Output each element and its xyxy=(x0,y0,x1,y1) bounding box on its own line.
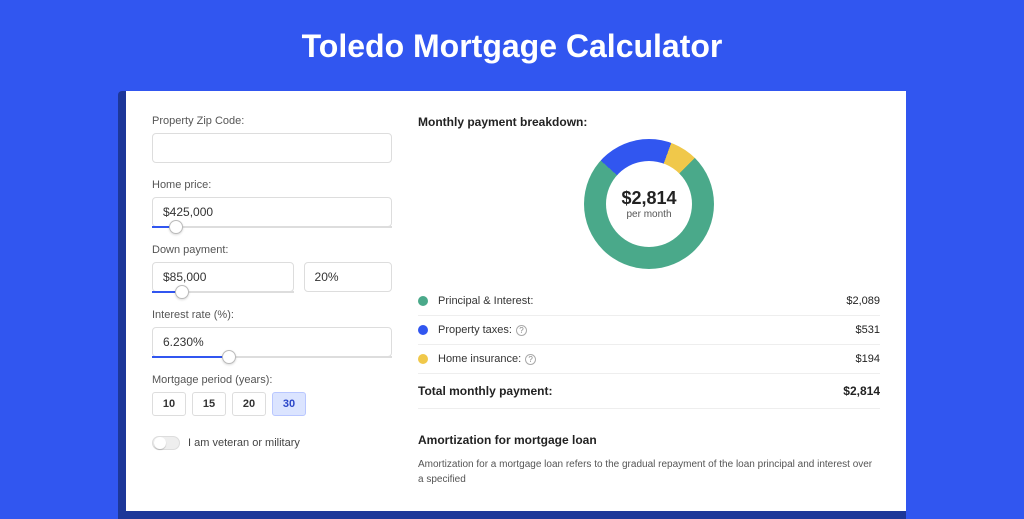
veteran-label: I am veteran or military xyxy=(188,437,300,449)
legend: Principal & Interest:$2,089Property taxe… xyxy=(418,287,880,374)
interest-rate-input[interactable] xyxy=(152,327,392,357)
down-payment-pct-input[interactable] xyxy=(304,262,392,292)
legend-label: Property taxes:? xyxy=(438,324,856,336)
slider-thumb[interactable] xyxy=(222,350,236,364)
period-label: Mortgage period (years): xyxy=(152,374,392,386)
interest-rate-label: Interest rate (%): xyxy=(152,309,392,321)
home-price-slider[interactable] xyxy=(152,226,392,228)
form-column: Property Zip Code: Home price: Down paym… xyxy=(152,115,392,487)
down-payment-label: Down payment: xyxy=(152,244,392,256)
card-shadow: Property Zip Code: Home price: Down paym… xyxy=(118,91,906,519)
home-price-group: Home price: xyxy=(152,179,392,228)
period-button-20[interactable]: 20 xyxy=(232,392,266,416)
down-payment-amount-input[interactable] xyxy=(152,262,294,292)
legend-value: $531 xyxy=(856,324,880,336)
legend-dot xyxy=(418,325,428,335)
info-icon[interactable]: ? xyxy=(516,325,527,336)
donut-center: $2,814 per month xyxy=(606,161,692,247)
zip-label: Property Zip Code: xyxy=(152,115,392,127)
legend-row: Principal & Interest:$2,089 xyxy=(418,287,880,316)
page-title: Toledo Mortgage Calculator xyxy=(0,0,1024,91)
period-button-10[interactable]: 10 xyxy=(152,392,186,416)
home-price-input[interactable] xyxy=(152,197,392,227)
home-price-label: Home price: xyxy=(152,179,392,191)
legend-value: $194 xyxy=(856,353,880,365)
period-row: 10152030 xyxy=(152,392,392,416)
donut-amount: $2,814 xyxy=(621,188,676,209)
legend-value: $2,089 xyxy=(846,295,880,307)
interest-rate-slider[interactable] xyxy=(152,356,392,358)
amortization-title: Amortization for mortgage loan xyxy=(418,433,880,447)
donut-sub: per month xyxy=(626,209,671,220)
amortization-body: Amortization for a mortgage loan refers … xyxy=(418,457,880,487)
zip-input[interactable] xyxy=(152,133,392,163)
breakdown-title: Monthly payment breakdown: xyxy=(418,115,880,129)
period-button-15[interactable]: 15 xyxy=(192,392,226,416)
legend-row: Property taxes:?$531 xyxy=(418,316,880,345)
legend-label: Home insurance:? xyxy=(438,353,856,365)
toggle-knob xyxy=(154,437,166,449)
veteran-toggle[interactable] xyxy=(152,436,180,450)
legend-dot xyxy=(418,354,428,364)
interest-rate-group: Interest rate (%): xyxy=(152,309,392,358)
down-payment-group: Down payment: xyxy=(152,244,392,293)
calculator-card: Property Zip Code: Home price: Down paym… xyxy=(126,91,906,511)
legend-label: Principal & Interest: xyxy=(438,295,846,307)
total-row: Total monthly payment: $2,814 xyxy=(418,374,880,409)
slider-thumb[interactable] xyxy=(169,220,183,234)
donut-chart: $2,814 per month xyxy=(584,139,714,269)
legend-row: Home insurance:?$194 xyxy=(418,345,880,374)
total-value: $2,814 xyxy=(843,384,880,398)
slider-thumb[interactable] xyxy=(175,285,189,299)
period-button-30[interactable]: 30 xyxy=(272,392,306,416)
veteran-row: I am veteran or military xyxy=(152,436,392,450)
info-icon[interactable]: ? xyxy=(525,354,536,365)
breakdown-column: Monthly payment breakdown: $2,814 per mo… xyxy=(418,115,880,487)
down-payment-slider[interactable] xyxy=(152,291,294,293)
period-group: Mortgage period (years): 10152030 xyxy=(152,374,392,416)
legend-dot xyxy=(418,296,428,306)
total-label: Total monthly payment: xyxy=(418,384,843,398)
zip-group: Property Zip Code: xyxy=(152,115,392,163)
